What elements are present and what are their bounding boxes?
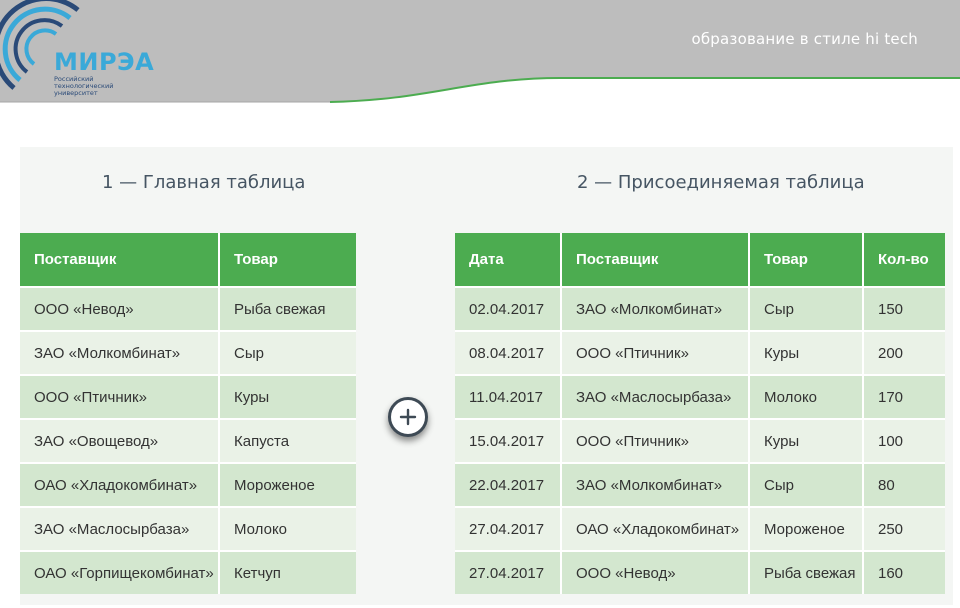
cell-supplier: ЗАО «Молкомбинат»: [562, 286, 750, 330]
cell-product: Кетчуп: [220, 550, 356, 594]
cell-supplier: ООО «Невод»: [20, 286, 220, 330]
cell-product: Сыр: [750, 286, 864, 330]
cell-date: 02.04.2017: [455, 286, 562, 330]
column-header-product: Товар: [750, 233, 864, 286]
cell-date: 15.04.2017: [455, 418, 562, 462]
plus-icon: [399, 408, 417, 426]
cell-product: Молоко: [750, 374, 864, 418]
cell-product: Мороженое: [750, 506, 864, 550]
cell-product: Сыр: [750, 462, 864, 506]
cell-supplier: ООО «Птичник»: [562, 330, 750, 374]
cell-supplier: ЗАО «Молкомбинат»: [20, 330, 220, 374]
cell-supplier: ОАО «Хладокомбинат»: [562, 506, 750, 550]
joined-table: Дата Поставщик Товар Кол-во 02.04.2017 ЗА…: [455, 233, 945, 594]
cell-quantity: 170: [864, 374, 945, 418]
cell-product: Куры: [750, 330, 864, 374]
cell-quantity: 150: [864, 286, 945, 330]
cell-product: Рыба свежая: [750, 550, 864, 594]
cell-product: Капуста: [220, 418, 356, 462]
column-header-supplier: Поставщик: [20, 233, 220, 286]
table1-title: 1 — Главная таблица: [102, 172, 306, 193]
cell-date: 27.04.2017: [455, 550, 562, 594]
column-header-quantity: Кол-во: [864, 233, 945, 286]
logo-subtitle: Российский технологический университет: [54, 75, 114, 97]
cell-date: 22.04.2017: [455, 462, 562, 506]
cell-quantity: 250: [864, 506, 945, 550]
cell-supplier: ЗАО «Овощевод»: [20, 418, 220, 462]
cell-quantity: 100: [864, 418, 945, 462]
cell-supplier: ЗАО «Маслосырбаза»: [20, 506, 220, 550]
table2-title: 2 — Присоединяемая таблица: [577, 172, 865, 193]
cell-supplier: ЗАО «Маслосырбаза»: [562, 374, 750, 418]
table-header-row: Дата Поставщик Товар Кол-во: [455, 233, 945, 286]
table-row: ООО «Птичник» Куры: [20, 374, 356, 418]
column-header-product: Товар: [220, 233, 356, 286]
table-header-row: Поставщик Товар: [20, 233, 356, 286]
cell-date: 11.04.2017: [455, 374, 562, 418]
logo-wordmark: МИРЭА: [54, 48, 155, 76]
table-row: 08.04.2017 ООО «Птичник» Куры 200: [455, 330, 945, 374]
table-row: ООО «Невод» Рыба свежая: [20, 286, 356, 330]
table-row: 27.04.2017 ОАО «Хладокомбинат» Мороженое 25…: [455, 506, 945, 550]
cell-supplier: ООО «Птичник»: [562, 418, 750, 462]
table-row: ОАО «Горпищекомбинат» Кетчуп: [20, 550, 356, 594]
slogan: образование в стиле hi tech: [691, 30, 918, 48]
cell-date: 27.04.2017: [455, 506, 562, 550]
cell-supplier: ЗАО «Молкомбинат»: [562, 462, 750, 506]
column-header-date: Дата: [455, 233, 562, 286]
cell-quantity: 80: [864, 462, 945, 506]
cell-date: 08.04.2017: [455, 330, 562, 374]
table-row: 27.04.2017 ООО «Невод» Рыба свежая 160: [455, 550, 945, 594]
cell-supplier: ОАО «Хладокомбинат»: [20, 462, 220, 506]
cell-quantity: 160: [864, 550, 945, 594]
cell-product: Куры: [220, 374, 356, 418]
cell-product: Рыба свежая: [220, 286, 356, 330]
cell-supplier: ООО «Невод»: [562, 550, 750, 594]
table-row: ЗАО «Маслосырбаза» Молоко: [20, 506, 356, 550]
cell-quantity: 200: [864, 330, 945, 374]
table-row: 22.04.2017 ЗАО «Молкомбинат» Сыр 80: [455, 462, 945, 506]
table-row: ЗАО «Молкомбинат» Сыр: [20, 330, 356, 374]
main-table: Поставщик Товар ООО «Невод» Рыба свежая З…: [20, 233, 356, 594]
table-row: 11.04.2017 ЗАО «Маслосырбаза» Молоко 170: [455, 374, 945, 418]
cell-product: Молоко: [220, 506, 356, 550]
table-row: 02.04.2017 ЗАО «Молкомбинат» Сыр 150: [455, 286, 945, 330]
column-header-supplier: Поставщик: [562, 233, 750, 286]
table-row: ЗАО «Овощевод» Капуста: [20, 418, 356, 462]
cell-supplier: ОАО «Горпищекомбинат»: [20, 550, 220, 594]
table-row: 15.04.2017 ООО «Птичник» Куры 100: [455, 418, 945, 462]
cell-product: Куры: [750, 418, 864, 462]
cell-product: Сыр: [220, 330, 356, 374]
table-row: ОАО «Хладокомбинат» Мороженое: [20, 462, 356, 506]
cell-supplier: ООО «Птичник»: [20, 374, 220, 418]
plus-circle-icon: [388, 397, 428, 437]
header: МИРЭА Российский технологический универс…: [0, 0, 960, 110]
logo: МИРЭА Российский технологический универс…: [0, 0, 200, 106]
cell-product: Мороженое: [220, 462, 356, 506]
